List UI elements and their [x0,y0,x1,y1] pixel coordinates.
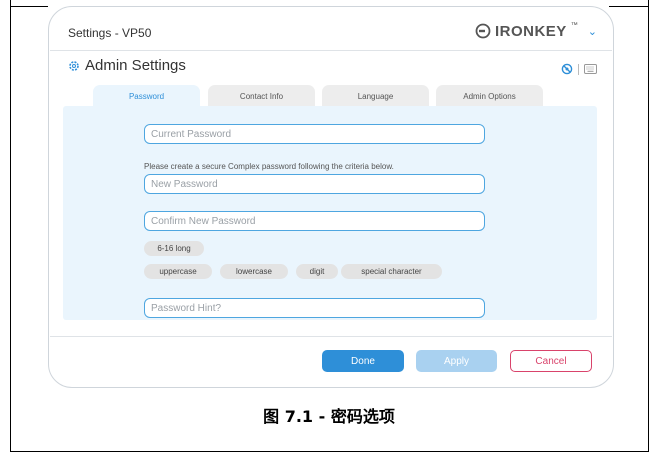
header-divider [50,50,612,51]
eye-hidden-icon[interactable] [561,63,573,75]
brand-menu[interactable]: IRONKEY ™ ⌄ [475,21,597,41]
current-password-input[interactable]: Current Password [144,124,485,144]
keyboard-icon[interactable] [584,64,597,74]
section-title: Admin Settings [85,57,186,74]
tab-admin-options[interactable]: Admin Options [436,85,543,107]
footer-divider [50,336,612,337]
criteria-lowercase-chip: lowercase [220,264,288,279]
criteria-uppercase-chip: uppercase [144,264,212,279]
brand-trademark: ™ [570,22,578,29]
chevron-down-icon[interactable]: ⌄ [588,25,597,38]
confirm-password-input[interactable]: Confirm New Password [144,211,485,231]
new-password-input[interactable]: New Password [144,174,485,194]
criteria-digit-chip: digit [296,264,338,279]
window-title: Settings - VP50 [68,26,152,40]
done-button[interactable]: Done [322,350,404,372]
criteria-special-chip: special character [341,264,442,279]
ironkey-logo-icon [475,23,491,39]
section-header: Admin Settings [68,57,186,74]
password-hint-input[interactable]: Password Hint? [144,298,485,318]
criteria-text: Please create a secure Complex password … [144,162,394,171]
brand-name: IRONKEY [494,22,567,40]
cancel-button[interactable]: Cancel [510,350,592,372]
header-tools [561,63,597,75]
password-panel: Current Password Please create a secure … [63,106,597,320]
criteria-length-chip: 6-16 long [144,241,204,256]
tools-separator [578,63,579,75]
apply-button[interactable]: Apply [416,350,497,372]
settings-window: Settings - VP50 IRONKEY ™ ⌄ Admin Settin… [48,6,614,388]
tab-password[interactable]: Password [93,85,200,107]
tab-contact-info[interactable]: Contact Info [208,85,315,107]
tab-language[interactable]: Language [322,85,429,107]
gear-icon [69,60,79,71]
figure-caption: 图 7.1 - 密码选项 [263,407,395,426]
